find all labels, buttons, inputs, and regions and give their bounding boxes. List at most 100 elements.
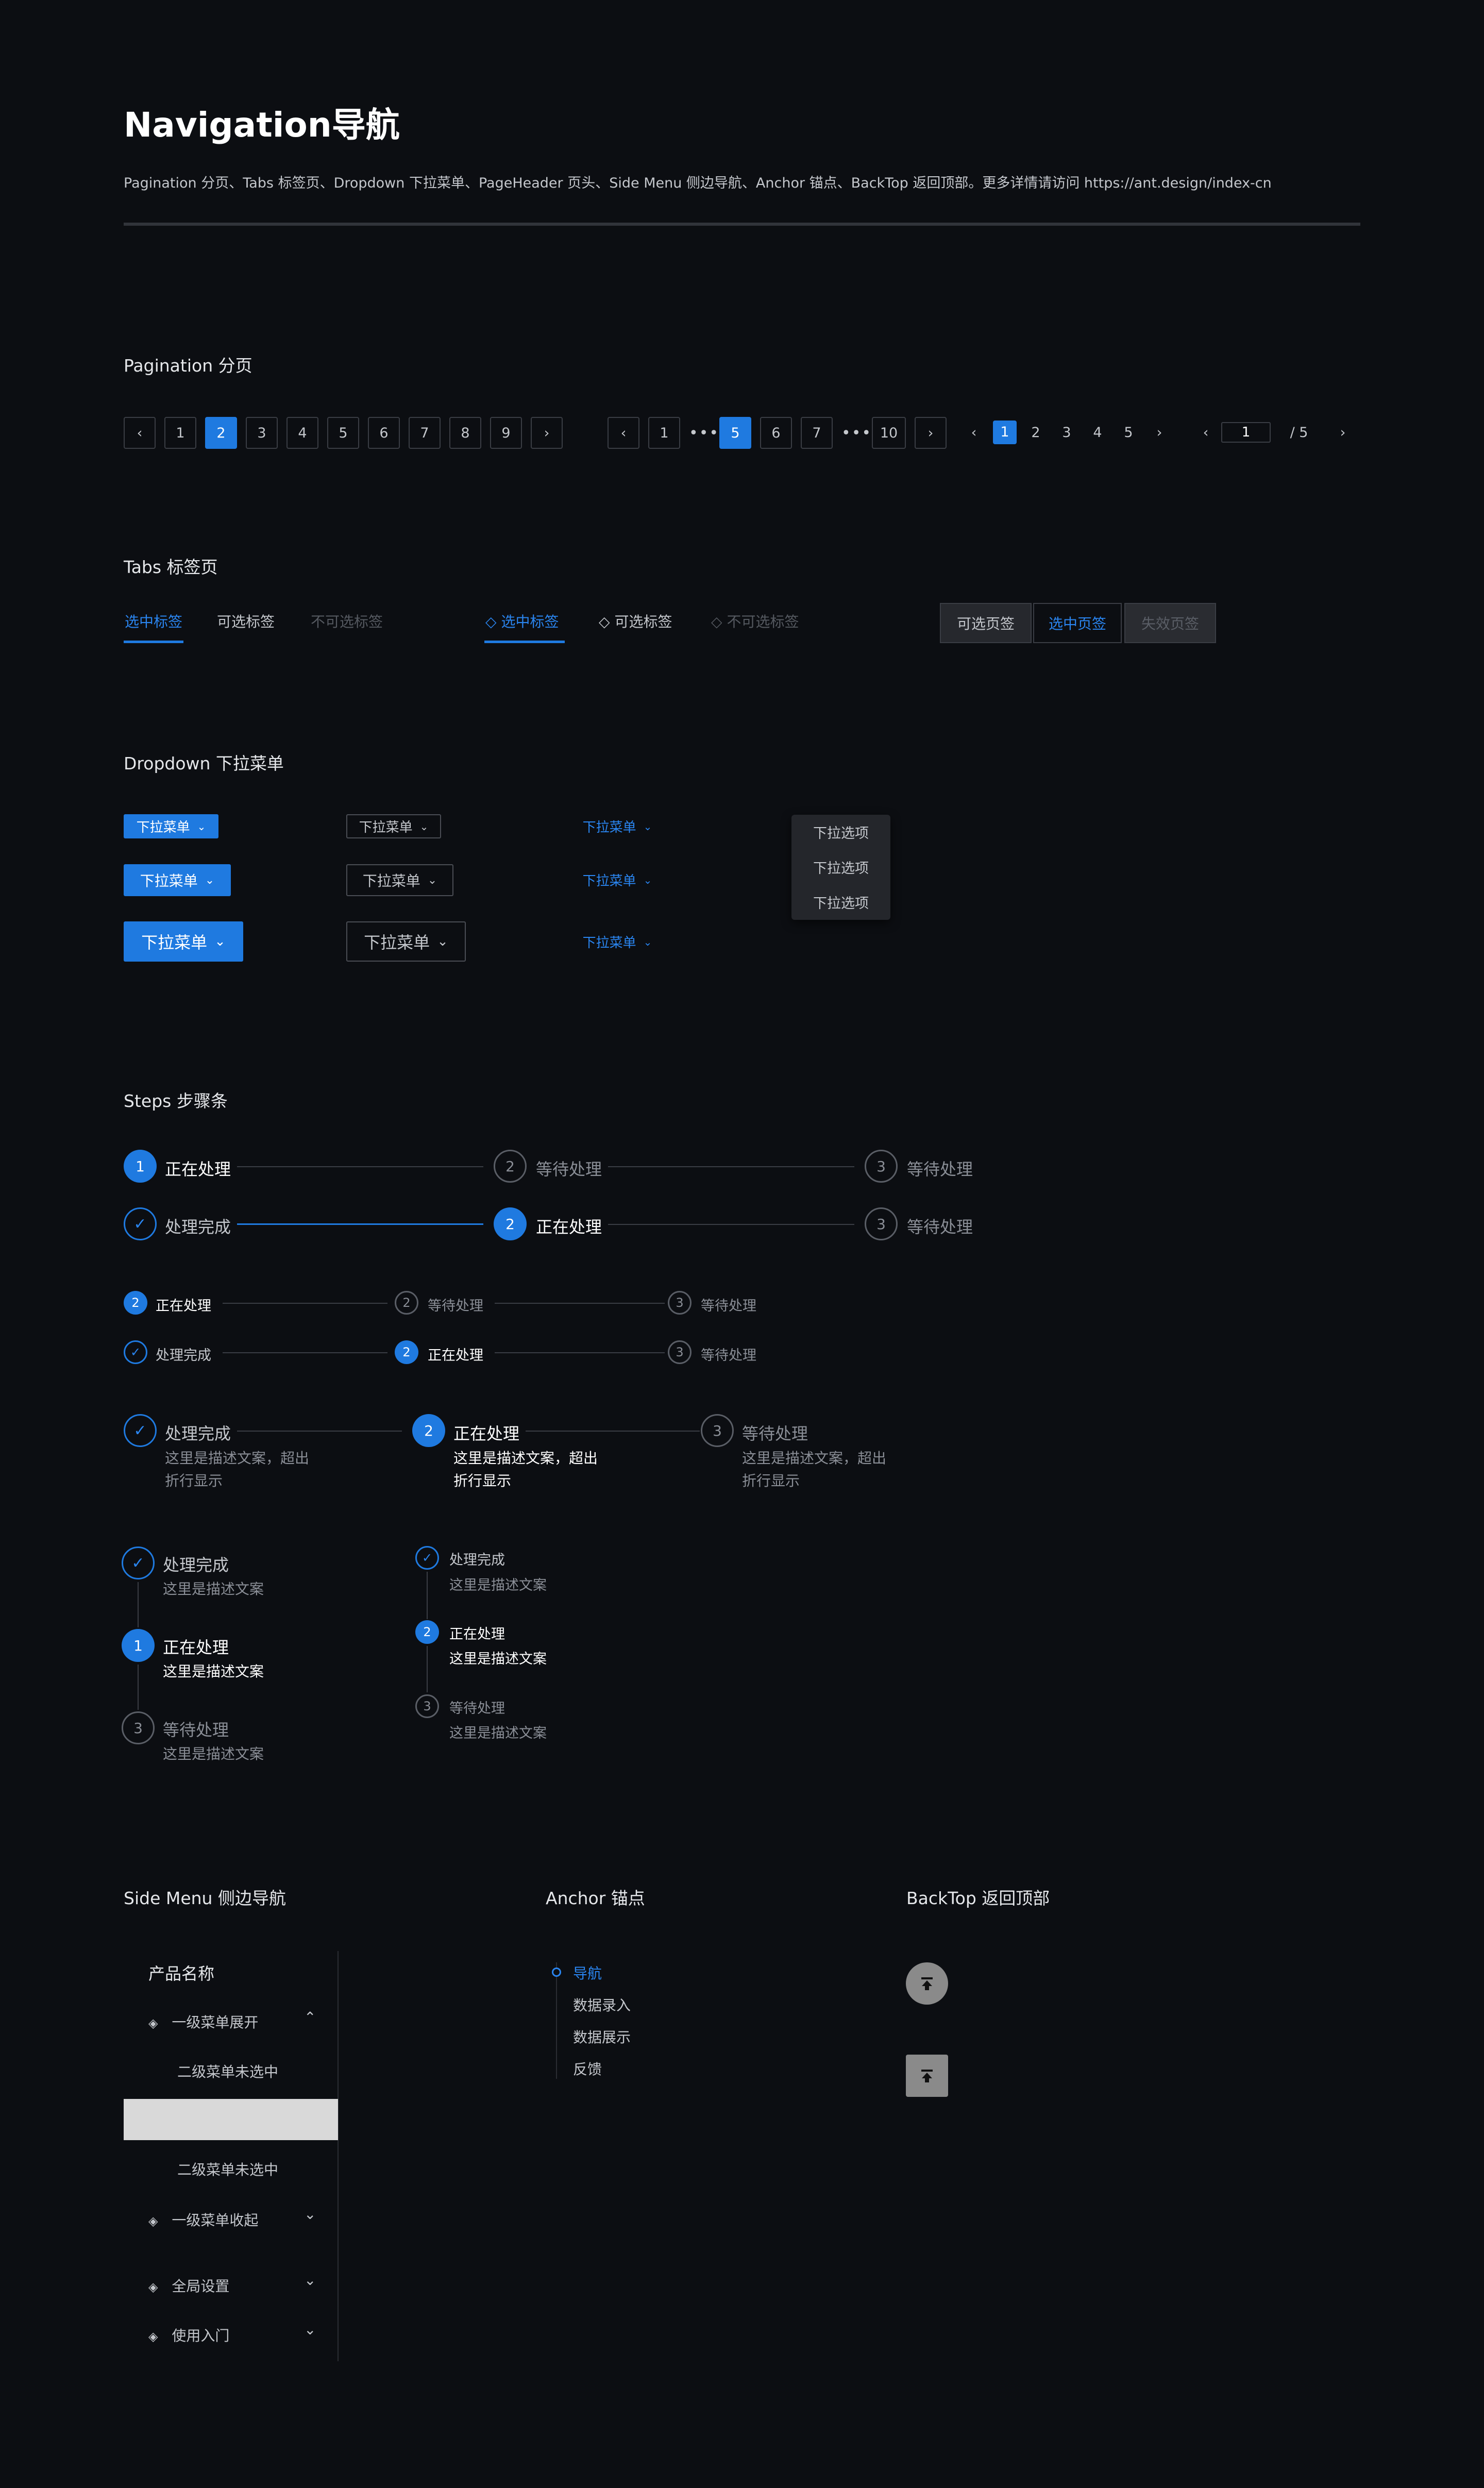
chevron-right-icon: › bbox=[927, 425, 934, 441]
page-button[interactable]: 3 bbox=[246, 417, 278, 449]
tab-icon-selected[interactable]: ◇ 选中标签 bbox=[485, 611, 559, 631]
step-title: 处理完成 bbox=[165, 1217, 231, 1237]
tab-normal[interactable]: 可选标签 bbox=[217, 611, 275, 631]
dropdown-menu-item[interactable]: 下拉选项 bbox=[791, 822, 890, 842]
step-title: 正在处理 bbox=[536, 1217, 602, 1237]
dropdown-button-small-primary[interactable]: 下拉菜单 ⌄ bbox=[124, 814, 218, 838]
menu-label: 一级菜单收起 bbox=[172, 2212, 259, 2229]
chevron-down-icon[interactable]: ⌄ bbox=[304, 2272, 316, 2289]
step-icon-process: 1 bbox=[122, 1629, 155, 1662]
step-icon-wait: 3 bbox=[122, 1711, 155, 1744]
tab-icon-normal[interactable]: ◇ 可选标签 bbox=[599, 611, 672, 631]
step-title: 正在处理 bbox=[428, 1348, 483, 1364]
step-connector-vertical bbox=[427, 1646, 428, 1692]
page-total: / 5 bbox=[1290, 424, 1308, 441]
step-connector bbox=[608, 1224, 854, 1225]
backtop-button-square[interactable] bbox=[906, 2055, 948, 2097]
dropdown-section-title: Dropdown 下拉菜单 bbox=[124, 753, 284, 774]
product-name: 产品名称 bbox=[148, 1964, 215, 1983]
card-tab-selected[interactable]: 选中页签 bbox=[1033, 603, 1122, 643]
dropdown-label: 下拉菜单 bbox=[582, 873, 636, 889]
dropdown-button-large-primary[interactable]: 下拉菜单 ⌄ bbox=[124, 921, 243, 962]
page-button[interactable]: 7 bbox=[409, 417, 441, 449]
page-button[interactable]: 4 bbox=[1082, 425, 1113, 441]
diamond-icon: ◇ bbox=[711, 613, 722, 630]
dropdown-link-small[interactable]: 下拉菜单 ⌄ bbox=[576, 814, 659, 838]
page-button-active[interactable]: 2 bbox=[205, 417, 237, 449]
pagination-section-title: Pagination 分页 bbox=[124, 356, 252, 376]
tabs-section-title: Tabs 标签页 bbox=[124, 557, 218, 577]
chevron-down-icon[interactable]: ⌄ bbox=[304, 2206, 316, 2223]
tab-ink-bar bbox=[124, 641, 183, 643]
backtop-button-circle[interactable] bbox=[906, 1962, 948, 2005]
tab-label: 可选标签 bbox=[614, 613, 672, 630]
submenu-item[interactable]: 二级菜单未选中 bbox=[177, 2159, 278, 2179]
page-button[interactable]: 10 bbox=[872, 417, 906, 449]
menu-item-expanded[interactable]: ◈ 一级菜单展开 bbox=[148, 2011, 258, 2032]
dropdown-link-medium[interactable]: 下拉菜单 ⌄ bbox=[576, 868, 659, 892]
dropdown-label: 下拉菜单 bbox=[359, 820, 413, 835]
ellipsis-jump[interactable]: ••• bbox=[689, 424, 718, 442]
menu-item-guide[interactable]: ◈ 使用入门 bbox=[148, 2325, 229, 2345]
page-button-active[interactable]: 5 bbox=[719, 417, 751, 449]
dropdown-button-medium-primary[interactable]: 下拉菜单 ⌄ bbox=[124, 864, 231, 896]
chevron-down-icon[interactable]: ⌄ bbox=[304, 2321, 316, 2338]
step-icon-wait: 2 bbox=[395, 1291, 418, 1315]
page-jump-input[interactable] bbox=[1221, 422, 1271, 443]
page-button[interactable]: 7 bbox=[801, 417, 833, 449]
pagination-jumper: ‹ / 5 › bbox=[1190, 421, 1358, 444]
chevron-right-icon: › bbox=[544, 425, 550, 441]
chevron-left-icon[interactable]: ‹ bbox=[958, 425, 989, 441]
chevron-right-icon[interactable]: › bbox=[1327, 425, 1358, 441]
tab-label: 选中标签 bbox=[501, 613, 559, 630]
page-button[interactable]: 1 bbox=[648, 417, 680, 449]
page-button[interactable]: 5 bbox=[1113, 425, 1144, 441]
anchor-link-active[interactable]: 导航 bbox=[573, 1962, 602, 1983]
chevron-left-icon[interactable]: ‹ bbox=[1190, 425, 1221, 441]
dropdown-button-medium[interactable]: 下拉菜单 ⌄ bbox=[346, 864, 453, 896]
next-page-button[interactable]: › bbox=[531, 417, 563, 449]
page-button[interactable]: 3 bbox=[1051, 425, 1082, 441]
steps-section-title: Steps 步骤条 bbox=[124, 1091, 228, 1111]
step-title: 等待处理 bbox=[701, 1298, 756, 1314]
dropdown-button-large[interactable]: 下拉菜单 ⌄ bbox=[346, 921, 466, 962]
step-title: 等待处理 bbox=[428, 1298, 483, 1314]
step-title: 正在处理 bbox=[163, 1638, 229, 1657]
anchor-link[interactable]: 数据展示 bbox=[573, 2026, 631, 2047]
chevron-up-icon[interactable]: ⌃ bbox=[304, 2009, 316, 2026]
tab-selected[interactable]: 选中标签 bbox=[125, 611, 182, 631]
chevron-down-icon: ⌄ bbox=[214, 934, 226, 949]
page-button[interactable]: 4 bbox=[286, 417, 318, 449]
dropdown-label: 下拉菜单 bbox=[136, 820, 190, 835]
step-connector bbox=[237, 1166, 483, 1167]
dropdown-link-large[interactable]: 下拉菜单 ⌄ bbox=[576, 930, 659, 954]
page-button[interactable]: 2 bbox=[1020, 425, 1051, 441]
step-description: 这里是描述文案 bbox=[449, 1651, 547, 1667]
page-button-active[interactable]: 1 bbox=[993, 421, 1017, 444]
page-button[interactable]: 1 bbox=[164, 417, 196, 449]
step-title: 等待处理 bbox=[742, 1424, 808, 1443]
prev-page-button[interactable]: ‹ bbox=[124, 417, 156, 449]
anchor-link[interactable]: 数据录入 bbox=[573, 1994, 631, 2015]
dropdown-menu-item[interactable]: 下拉选项 bbox=[791, 857, 890, 877]
next-page-button[interactable]: › bbox=[915, 417, 947, 449]
chevron-right-icon[interactable]: › bbox=[1144, 425, 1175, 441]
menu-item-collapsed[interactable]: ◈ 一级菜单收起 bbox=[148, 2209, 258, 2230]
menu-item-settings[interactable]: ◈ 全局设置 bbox=[148, 2275, 229, 2296]
page-button[interactable]: 9 bbox=[490, 417, 522, 449]
page-button[interactable]: 6 bbox=[368, 417, 400, 449]
step-icon-wait: 3 bbox=[668, 1340, 692, 1364]
card-tab-normal[interactable]: 可选页签 bbox=[940, 603, 1032, 643]
dropdown-menu-item[interactable]: 下拉选项 bbox=[791, 892, 890, 912]
step-title: 处理完成 bbox=[449, 1552, 505, 1568]
dropdown-button-small[interactable]: 下拉菜单 ⌄ bbox=[346, 814, 441, 838]
page-button[interactable]: 8 bbox=[449, 417, 481, 449]
prev-page-button[interactable]: ‹ bbox=[608, 417, 639, 449]
anchor-link[interactable]: 反馈 bbox=[573, 2058, 602, 2079]
diamond-icon: ◈ bbox=[148, 2280, 158, 2294]
page-button[interactable]: 6 bbox=[760, 417, 792, 449]
submenu-item-selected[interactable] bbox=[124, 2099, 338, 2140]
ellipsis-jump[interactable]: ••• bbox=[841, 424, 871, 442]
page-button[interactable]: 5 bbox=[327, 417, 359, 449]
submenu-item[interactable]: 二级菜单未选中 bbox=[177, 2061, 278, 2081]
